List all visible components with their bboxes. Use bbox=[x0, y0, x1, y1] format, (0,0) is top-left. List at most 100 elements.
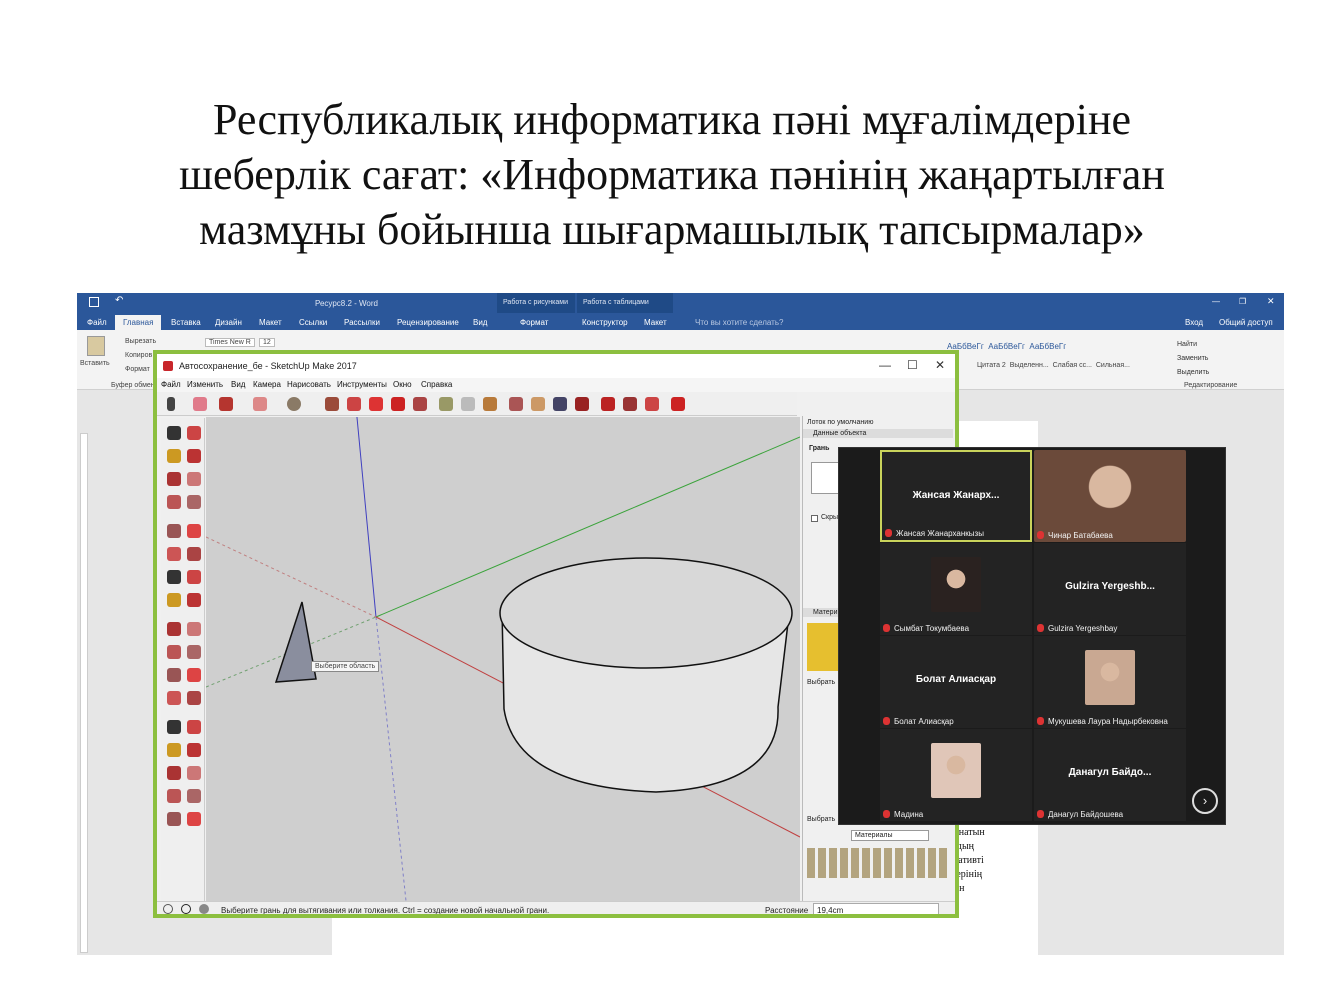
menu-camera[interactable]: Камера bbox=[253, 380, 281, 389]
close-icon[interactable]: ✕ bbox=[935, 358, 945, 372]
rotated-rect-icon[interactable] bbox=[187, 495, 201, 509]
menu-draw[interactable]: Нарисовать bbox=[287, 380, 331, 389]
3d-text-icon[interactable] bbox=[187, 691, 201, 705]
previous-icon[interactable] bbox=[187, 766, 201, 780]
rotate-icon[interactable] bbox=[167, 593, 181, 607]
tab-design[interactable]: Дизайн bbox=[215, 318, 242, 327]
menu-help[interactable]: Справка bbox=[421, 380, 452, 389]
polygon-icon[interactable] bbox=[187, 524, 201, 538]
tab-view[interactable]: Вид bbox=[473, 318, 487, 327]
follow-me-icon[interactable] bbox=[347, 397, 361, 411]
tab-home[interactable]: Главная bbox=[115, 315, 162, 330]
signin-link[interactable]: Вход bbox=[1185, 318, 1203, 327]
minimize-icon[interactable]: — bbox=[879, 358, 891, 372]
font-size-select[interactable]: 12 bbox=[259, 338, 275, 347]
participant-tile[interactable]: Жансая Жанарх... Жансая Жанарханкызы bbox=[880, 450, 1032, 542]
maximize-icon[interactable]: ☐ bbox=[907, 358, 918, 372]
pan-icon[interactable] bbox=[187, 720, 201, 734]
share-model-icon[interactable] bbox=[645, 397, 659, 411]
participant-tile[interactable]: Чинар Батабаева bbox=[1034, 450, 1186, 542]
eraser-icon[interactable] bbox=[187, 449, 201, 463]
zoom-extents-icon[interactable] bbox=[575, 397, 589, 411]
orbit-icon[interactable] bbox=[509, 397, 523, 411]
cylinder-top-face[interactable] bbox=[499, 557, 793, 669]
tab-review[interactable]: Рецензирование bbox=[397, 318, 459, 327]
tab-references[interactable]: Ссылки bbox=[299, 318, 327, 327]
select-icon[interactable] bbox=[167, 426, 181, 440]
participant-tile[interactable]: Данагул Байдо... Данагул Байдошева bbox=[1034, 729, 1186, 821]
tape-icon[interactable] bbox=[167, 645, 181, 659]
text-icon[interactable] bbox=[187, 668, 201, 682]
walk-icon[interactable] bbox=[167, 789, 181, 803]
save-icon[interactable] bbox=[89, 297, 99, 307]
offset-icon[interactable] bbox=[187, 622, 201, 636]
window-close-icon[interactable]: ✕ bbox=[1267, 296, 1275, 307]
select-button[interactable]: Выделить bbox=[1177, 366, 1209, 380]
zoom-icon[interactable] bbox=[167, 743, 181, 757]
ruby-icon[interactable] bbox=[671, 397, 685, 411]
paint-bucket-icon[interactable] bbox=[483, 397, 497, 411]
style-name[interactable]: Слабая сс... bbox=[1053, 362, 1092, 369]
materials-dropdown[interactable]: Материалы bbox=[851, 830, 929, 841]
move-icon[interactable] bbox=[167, 570, 181, 584]
warehouse-icon[interactable] bbox=[601, 397, 615, 411]
scale-icon[interactable] bbox=[167, 622, 181, 636]
freehand-icon[interactable] bbox=[187, 472, 201, 486]
shape-tool-icon[interactable] bbox=[287, 397, 301, 411]
tab-file[interactable]: Файл bbox=[87, 318, 107, 327]
menu-view[interactable]: Вид bbox=[231, 380, 245, 389]
format-painter-button[interactable]: Формат bbox=[125, 366, 150, 373]
tab-constructor[interactable]: Конструктор bbox=[582, 318, 628, 327]
position-camera-icon[interactable] bbox=[167, 812, 181, 826]
style-name[interactable]: Цитата 2 bbox=[977, 362, 1006, 369]
arc-tool-icon[interactable] bbox=[253, 397, 267, 411]
participant-tile[interactable]: Сымбат Токумбаева bbox=[880, 543, 1032, 635]
tab-mailings[interactable]: Рассылки bbox=[344, 318, 380, 327]
tab-format[interactable]: Формат bbox=[520, 318, 548, 327]
participant-tile[interactable]: Мукушева Лаура Надырбековна bbox=[1034, 636, 1186, 728]
menu-window[interactable]: Окно bbox=[393, 380, 412, 389]
distance-input[interactable]: 19,4cm bbox=[813, 903, 939, 914]
style-item[interactable]: АаБбВеГг bbox=[1029, 342, 1066, 351]
style-name[interactable]: Сильная... bbox=[1096, 362, 1130, 369]
participant-tile[interactable]: Gulzira Yergeshb... Gulzira Yergeshbay bbox=[1034, 543, 1186, 635]
push-pull-icon[interactable] bbox=[187, 570, 201, 584]
axes-icon[interactable] bbox=[167, 691, 181, 705]
user-icon[interactable] bbox=[199, 904, 209, 914]
move-tool-icon[interactable] bbox=[369, 397, 383, 411]
window-minimize-icon[interactable]: — bbox=[1212, 297, 1220, 306]
line-icon[interactable] bbox=[167, 472, 181, 486]
chevron-right-icon[interactable]: › bbox=[1192, 788, 1218, 814]
tell-me-input[interactable]: Что вы хотите сделать? bbox=[695, 318, 783, 327]
menu-edit[interactable]: Изменить bbox=[187, 380, 223, 389]
pencil-tool-icon[interactable] bbox=[219, 397, 233, 411]
geo-icon[interactable] bbox=[181, 904, 191, 914]
protractor-icon[interactable] bbox=[167, 668, 181, 682]
paint-icon[interactable] bbox=[167, 449, 181, 463]
tab-insert[interactable]: Вставка bbox=[171, 318, 201, 327]
replace-button[interactable]: Заменить bbox=[1177, 352, 1209, 366]
cut-button[interactable]: Вырезать bbox=[125, 338, 156, 345]
copy-button[interactable]: Копиров bbox=[125, 352, 152, 359]
hidden-checkbox[interactable] bbox=[811, 515, 818, 522]
paste-button[interactable]: Вставить bbox=[80, 360, 110, 367]
section-icon[interactable] bbox=[187, 812, 201, 826]
follow-me-icon[interactable] bbox=[187, 593, 201, 607]
font-name-select[interactable]: Times New R bbox=[205, 338, 255, 347]
style-gallery[interactable]: АаБбВеГг АаБбВеГг АаБбВеГг bbox=[947, 342, 1066, 351]
pie-icon[interactable] bbox=[187, 547, 201, 561]
find-button[interactable]: Найти bbox=[1177, 338, 1209, 352]
circle-icon[interactable] bbox=[167, 524, 181, 538]
orbit-icon[interactable] bbox=[167, 720, 181, 734]
modeling-viewport[interactable]: Выберите область bbox=[206, 417, 800, 901]
rectangle-icon[interactable] bbox=[167, 495, 181, 509]
zoom-extents-icon[interactable] bbox=[167, 766, 181, 780]
extension-warehouse-icon[interactable] bbox=[623, 397, 637, 411]
make-component-icon[interactable] bbox=[187, 426, 201, 440]
paste-icon[interactable] bbox=[87, 336, 105, 356]
push-pull-tool-icon[interactable] bbox=[325, 397, 339, 411]
rotate-tool-icon[interactable] bbox=[391, 397, 405, 411]
arc-icon[interactable] bbox=[167, 547, 181, 561]
undo-icon[interactable]: ↶ bbox=[115, 295, 123, 306]
entity-info-header[interactable]: Данные объекта bbox=[803, 429, 953, 438]
